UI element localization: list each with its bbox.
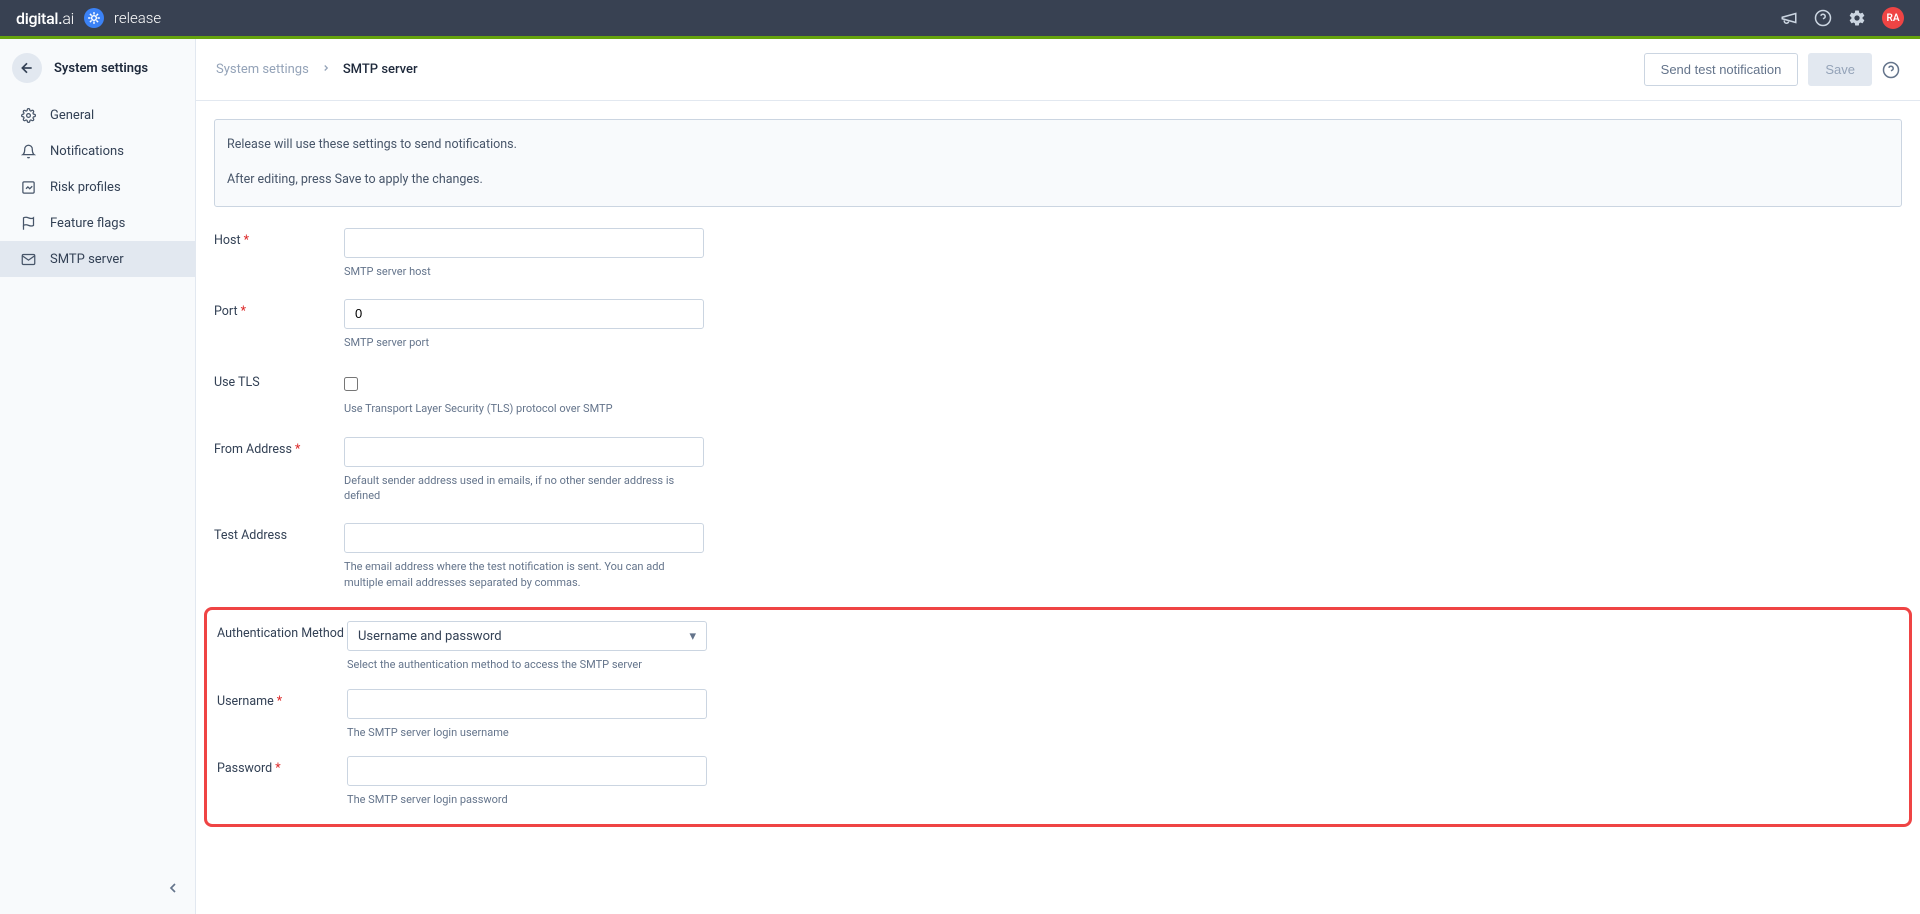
- chevron-left-icon: [165, 880, 181, 896]
- host-input[interactable]: [344, 228, 704, 258]
- help-from: Default sender address used in emails, i…: [344, 473, 704, 504]
- sidebar-item-label: Notifications: [50, 144, 124, 159]
- info-text-2: After editing, press Save to apply the c…: [227, 171, 1889, 190]
- send-test-button[interactable]: Send test notification: [1644, 53, 1799, 86]
- smtp-form: Host* SMTP server host Port* SMTP server…: [214, 225, 1902, 828]
- help-username: The SMTP server login username: [347, 725, 707, 740]
- product-icon: [84, 8, 104, 28]
- mail-icon: [20, 251, 36, 267]
- username-input[interactable]: [347, 689, 707, 719]
- sidebar-item-feature-flags[interactable]: Feature flags: [0, 205, 195, 241]
- sidebar-item-label: Feature flags: [50, 216, 125, 231]
- chart-icon: [20, 179, 36, 195]
- breadcrumb: System settings SMTP server: [216, 62, 418, 77]
- tls-checkbox[interactable]: [344, 377, 358, 391]
- info-box: Release will use these settings to send …: [214, 119, 1902, 207]
- sidebar-item-smtp-server[interactable]: SMTP server: [0, 241, 195, 277]
- sidebar-item-label: SMTP server: [50, 252, 124, 267]
- label-password: Password*: [217, 756, 347, 776]
- sidebar-title: System settings: [54, 61, 148, 76]
- help-auth: Select the authentication method to acce…: [347, 657, 707, 672]
- arrow-left-icon: [19, 60, 35, 76]
- help-icon[interactable]: [1814, 9, 1832, 27]
- chevron-down-icon: ▾: [689, 629, 696, 644]
- password-input[interactable]: [347, 756, 707, 786]
- breadcrumb-current: SMTP server: [343, 62, 418, 77]
- user-avatar[interactable]: RA: [1882, 7, 1904, 29]
- collapse-sidebar-button[interactable]: [165, 880, 181, 900]
- sidebar-item-general[interactable]: General: [0, 97, 195, 133]
- megaphone-icon[interactable]: [1780, 9, 1798, 27]
- label-port: Port*: [214, 299, 344, 319]
- label-auth: Authentication Method*: [217, 621, 347, 641]
- info-text-1: Release will use these settings to send …: [227, 136, 1889, 155]
- flag-icon: [20, 215, 36, 231]
- help-host: SMTP server host: [344, 264, 704, 279]
- test-input[interactable]: [344, 523, 704, 553]
- sidebar-item-notifications[interactable]: Notifications: [0, 133, 195, 169]
- label-from: From Address*: [214, 437, 344, 457]
- help-tls: Use Transport Layer Security (TLS) proto…: [344, 401, 704, 416]
- sidebar: System settings General Notifications Ri…: [0, 39, 196, 914]
- auth-select-value: Username and password: [358, 629, 502, 644]
- chevron-right-icon: [321, 62, 331, 77]
- help-icon[interactable]: [1882, 61, 1900, 79]
- save-button[interactable]: Save: [1808, 53, 1872, 86]
- help-port: SMTP server port: [344, 335, 704, 350]
- breadcrumb-parent[interactable]: System settings: [216, 62, 309, 77]
- gear-icon[interactable]: [1848, 9, 1866, 27]
- top-bar: digital.ai release RA: [0, 0, 1920, 36]
- bell-icon: [20, 143, 36, 159]
- main-header: System settings SMTP server Send test no…: [196, 39, 1920, 101]
- help-password: The SMTP server login password: [347, 792, 707, 807]
- label-test: Test Address: [214, 523, 344, 543]
- help-test: The email address where the test notific…: [344, 559, 704, 590]
- gear-icon: [20, 107, 36, 123]
- highlight-annotation: Authentication Method* Username and pass…: [204, 607, 1912, 827]
- sidebar-item-label: Risk profiles: [50, 180, 121, 195]
- auth-select[interactable]: Username and password ▾: [347, 621, 707, 651]
- port-input[interactable]: [344, 299, 704, 329]
- label-tls: Use TLS: [214, 370, 344, 390]
- sidebar-item-risk-profiles[interactable]: Risk profiles: [0, 169, 195, 205]
- label-username: Username*: [217, 689, 347, 709]
- back-button[interactable]: [12, 53, 42, 83]
- from-input[interactable]: [344, 437, 704, 467]
- label-host: Host*: [214, 228, 344, 248]
- sidebar-item-label: General: [50, 108, 94, 123]
- logo-area[interactable]: digital.ai release: [16, 8, 161, 28]
- product-name: release: [114, 9, 161, 27]
